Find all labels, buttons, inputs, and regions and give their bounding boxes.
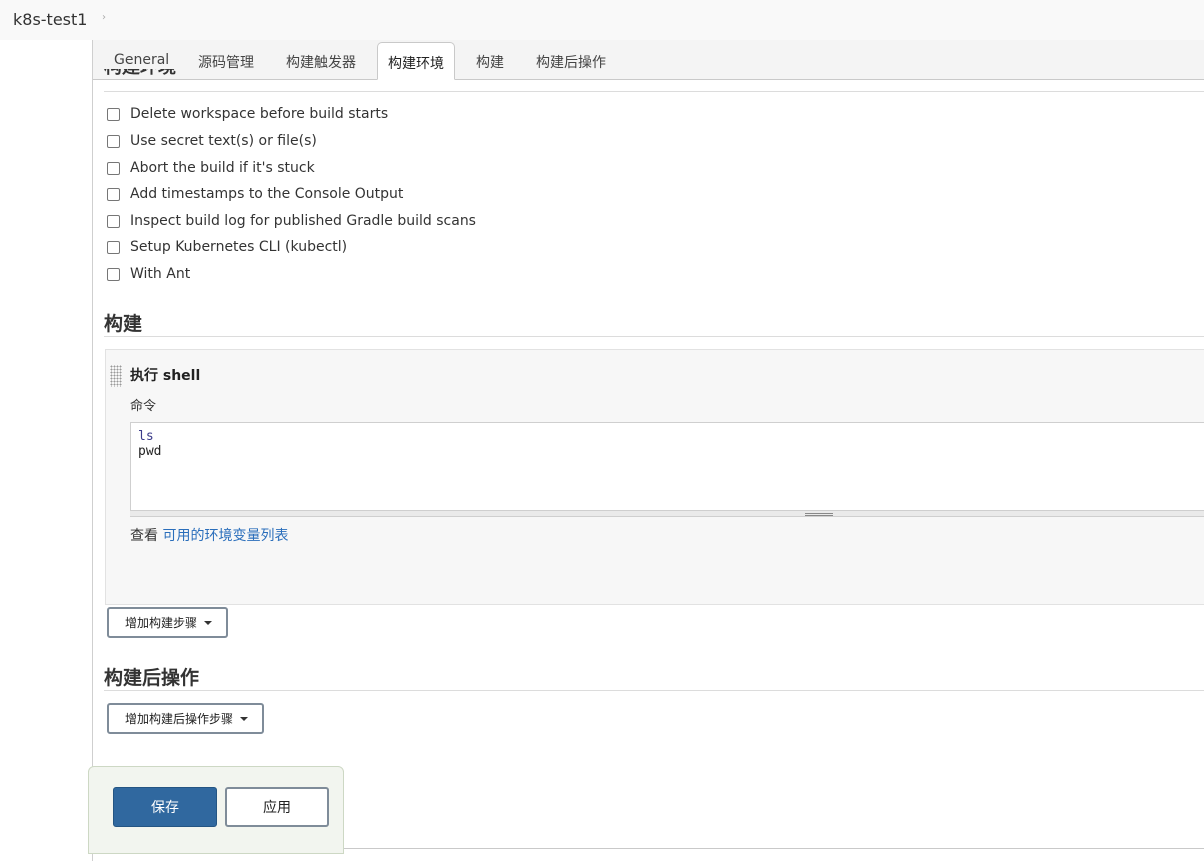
grip-icon [805, 513, 833, 516]
checkbox[interactable] [107, 134, 120, 148]
tab-general[interactable]: General [114, 52, 169, 68]
code-line: ls [138, 429, 154, 444]
step-title: 执行 shell [130, 368, 201, 384]
tab-build-triggers[interactable]: 构建触发器 [286, 52, 356, 72]
option-kubectl[interactable]: Setup Kubernetes CLI (kubectl) [107, 237, 347, 257]
build-env-heading: 构建环境 [104, 69, 176, 80]
option-label: Delete workspace before build starts [130, 106, 389, 122]
env-vars-hint: 查看 可用的环境变量列表 [130, 525, 288, 545]
env-prefix: 查看 [130, 528, 158, 544]
save-button[interactable]: 保存 [113, 787, 217, 827]
option-gradle-scans[interactable]: Inspect build log for published Gradle b… [107, 211, 476, 231]
option-delete-workspace[interactable]: Delete workspace before build starts [107, 104, 388, 124]
checkbox[interactable] [107, 161, 120, 175]
option-label: Add timestamps to the Console Output [130, 186, 404, 202]
add-build-step-button[interactable]: 增加构建步骤 [107, 607, 228, 638]
command-label: 命令 [130, 399, 157, 414]
apply-button[interactable]: 应用 [225, 787, 329, 827]
checkbox[interactable] [107, 187, 120, 201]
breadcrumb-bar: k8s-test1 › [0, 0, 1204, 40]
tab-build[interactable]: 构建 [476, 52, 504, 72]
option-timestamps[interactable]: Add timestamps to the Console Output [107, 184, 403, 204]
option-label: With Ant [130, 266, 191, 282]
option-with-ant[interactable]: With Ant [107, 264, 190, 284]
tab-post-build[interactable]: 构建后操作 [536, 52, 606, 72]
side-panel-divider [92, 40, 93, 861]
command-editor[interactable]: ls pwd [130, 422, 1204, 516]
config-tabs: General 源码管理 构建触发器 构建环境 构建 构建后操作 [93, 40, 1204, 80]
option-secret-text[interactable]: Use secret text(s) or file(s) [107, 131, 317, 151]
build-heading: 构建 [104, 313, 143, 335]
tab-source-control[interactable]: 源码管理 [198, 52, 254, 72]
caret-down-icon [240, 716, 249, 721]
add-post-build-step-button[interactable]: 增加构建后操作步骤 [107, 703, 264, 734]
checkbox[interactable] [107, 267, 120, 281]
drag-handle-icon[interactable] [110, 365, 122, 387]
breadcrumb-job-link[interactable]: k8s-test1 [13, 10, 87, 29]
caret-down-icon [204, 620, 213, 625]
tab-build-environment[interactable]: 构建环境 [377, 42, 455, 80]
button-label: 增加构建步骤 [125, 616, 198, 630]
button-label: 增加构建后操作步骤 [125, 712, 234, 726]
checkbox[interactable] [107, 240, 120, 254]
divider [344, 848, 1204, 849]
post-build-heading: 构建后操作 [104, 667, 200, 689]
option-label: Use secret text(s) or file(s) [130, 133, 317, 149]
option-abort-if-stuck[interactable]: Abort the build if it's stuck [107, 158, 315, 178]
option-label: Inspect build log for published Gradle b… [130, 213, 476, 229]
checkbox[interactable] [107, 107, 120, 121]
code-line: pwd [138, 444, 162, 459]
chevron-right-icon[interactable]: › [102, 12, 106, 23]
divider [104, 336, 1204, 337]
option-label: Setup Kubernetes CLI (kubectl) [130, 239, 348, 255]
option-label: Abort the build if it's stuck [130, 160, 315, 176]
editor-resize-handle[interactable] [130, 510, 1204, 517]
checkbox[interactable] [107, 214, 120, 228]
divider [104, 690, 1204, 691]
env-vars-link[interactable]: 可用的环境变量列表 [162, 528, 288, 544]
divider [104, 91, 1204, 92]
